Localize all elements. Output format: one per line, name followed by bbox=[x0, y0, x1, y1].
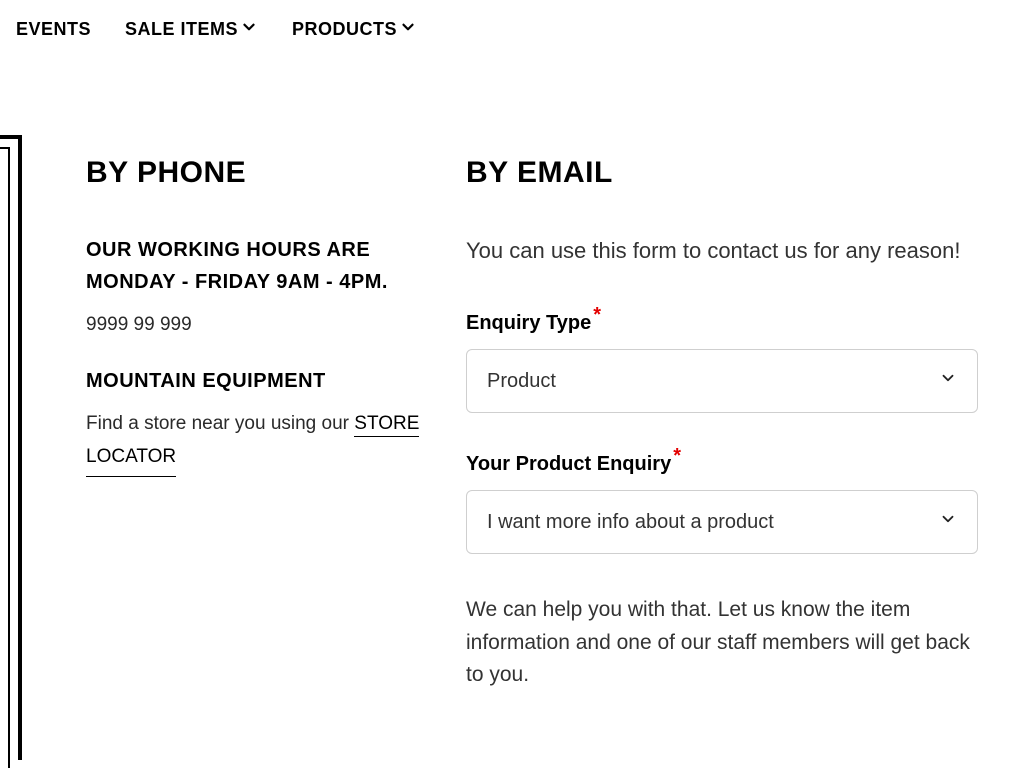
store-locator-pre: Find a store near you using our bbox=[86, 413, 354, 434]
by-email-title: BY EMAIL bbox=[466, 156, 978, 190]
nav-events[interactable]: EVENTS bbox=[16, 19, 91, 40]
top-nav: EVENTS SALE ITEMS PRODUCTS bbox=[0, 0, 1024, 41]
by-phone-title: BY PHONE bbox=[86, 156, 426, 190]
chevron-down-icon bbox=[399, 18, 417, 41]
by-email-section: BY EMAIL You can use this form to contac… bbox=[466, 156, 978, 692]
product-enquiry-label: Your Product Enquiry* bbox=[466, 453, 681, 476]
chevron-down-icon bbox=[240, 18, 258, 41]
chevron-down-icon bbox=[939, 369, 957, 393]
required-asterisk: * bbox=[593, 304, 601, 326]
chevron-down-icon bbox=[939, 510, 957, 534]
product-enquiry-value: I want more info about a product bbox=[487, 511, 774, 534]
required-asterisk: * bbox=[673, 445, 681, 467]
brand-heading: MOUNTAIN EQUIPMENT bbox=[86, 370, 426, 393]
enquiry-type-label-text: Enquiry Type bbox=[466, 312, 591, 334]
enquiry-type-value: Product bbox=[487, 370, 556, 393]
side-frame-inner bbox=[0, 147, 10, 768]
nav-sale-items[interactable]: SALE ITEMS bbox=[125, 18, 258, 41]
store-locator-text: Find a store near you using our STORE LO… bbox=[86, 409, 426, 477]
working-hours: OUR WORKING HOURS ARE MONDAY - FRIDAY 9A… bbox=[86, 234, 426, 298]
phone-number: 9999 99 999 bbox=[86, 314, 426, 336]
product-enquiry-label-text: Your Product Enquiry bbox=[466, 453, 671, 475]
email-intro: You can use this form to contact us for … bbox=[466, 234, 978, 268]
main-content: BY PHONE OUR WORKING HOURS ARE MONDAY - … bbox=[86, 156, 978, 692]
enquiry-type-field: Enquiry Type* Product bbox=[466, 312, 978, 413]
nav-sale-label: SALE ITEMS bbox=[125, 19, 238, 40]
nav-products[interactable]: PRODUCTS bbox=[292, 18, 417, 41]
enquiry-type-select[interactable]: Product bbox=[466, 349, 978, 413]
product-enquiry-field: Your Product Enquiry* I want more info a… bbox=[466, 453, 978, 554]
product-help-text: We can help you with that. Let us know t… bbox=[466, 594, 978, 692]
product-enquiry-select[interactable]: I want more info about a product bbox=[466, 490, 978, 554]
nav-products-label: PRODUCTS bbox=[292, 19, 397, 40]
nav-events-label: EVENTS bbox=[16, 19, 91, 40]
by-phone-section: BY PHONE OUR WORKING HOURS ARE MONDAY - … bbox=[86, 156, 426, 692]
side-frame bbox=[0, 135, 22, 760]
enquiry-type-label: Enquiry Type* bbox=[466, 312, 601, 335]
store-locator-link-line2[interactable]: LOCATOR bbox=[86, 446, 176, 469]
store-locator-link-line1[interactable]: STORE bbox=[354, 413, 419, 437]
